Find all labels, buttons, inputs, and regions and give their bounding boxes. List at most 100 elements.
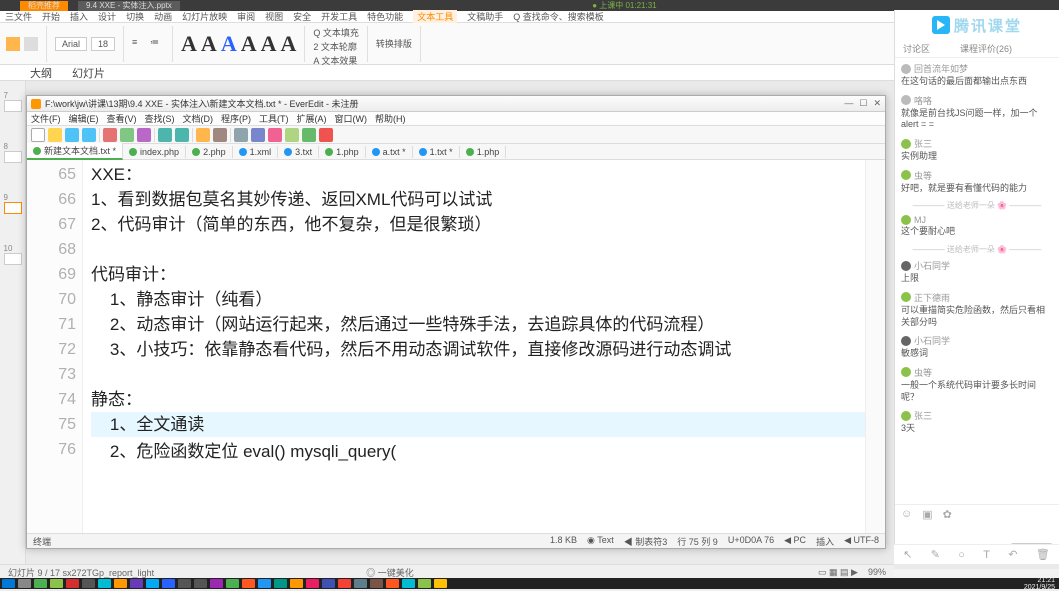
text-style-a[interactable]: A — [261, 31, 277, 57]
taskbar-app-icon[interactable] — [370, 579, 383, 588]
tool-icon[interactable] — [268, 128, 282, 142]
taskbar-app-icon[interactable] — [338, 579, 351, 588]
emoji-icon[interactable]: ☺ — [901, 508, 912, 521]
file-tab[interactable]: 3.txt — [278, 146, 319, 158]
menu-item[interactable]: 特色功能 — [367, 10, 403, 23]
undo-icon[interactable]: ↶ — [1008, 548, 1017, 561]
file-type[interactable]: ◉ Text — [587, 535, 614, 548]
view-buttons[interactable]: ▭ ▦ ▤ ▶ — [818, 567, 858, 578]
taskbar-app-icon[interactable] — [322, 579, 335, 588]
menu-edit[interactable]: 编辑(E) — [69, 112, 99, 125]
pointer-icon[interactable]: ↖ — [903, 548, 912, 561]
redo-icon[interactable] — [175, 128, 189, 142]
text-outline[interactable]: 2 文本轮廓 — [313, 40, 357, 53]
text-style-a[interactable]: A — [280, 31, 296, 57]
menu-view[interactable]: 查看(V) — [107, 112, 137, 125]
file-tab[interactable]: 2.php — [186, 146, 233, 158]
terminal-label[interactable]: 终端 — [33, 535, 51, 548]
paste-icon[interactable] — [137, 128, 151, 142]
menu-search[interactable]: Q 查找命令、搜索模板 — [513, 10, 604, 23]
menu-item[interactable]: 视图 — [265, 10, 283, 23]
slides-tab[interactable]: 幻灯片 — [72, 65, 105, 81]
file-tab[interactable]: 1.php — [460, 146, 507, 158]
convert-layout[interactable]: 转换排版 — [376, 37, 412, 50]
taskbar-app-icon[interactable] — [50, 579, 63, 588]
menu-item[interactable]: 文稿助手 — [467, 10, 503, 23]
menu-text-tools[interactable]: 文本工具 — [413, 10, 457, 23]
open-icon[interactable] — [48, 128, 62, 142]
tab-size[interactable]: ◀ 制表符3 — [624, 535, 668, 548]
system-clock[interactable]: 21:212021/9/25 — [1024, 577, 1057, 591]
taskbar-app-icon[interactable] — [386, 579, 399, 588]
menu-item[interactable]: 审阅 — [237, 10, 255, 23]
taskbar-app-icon[interactable] — [66, 579, 79, 588]
wps-doc-tab[interactable]: 9.4 XXE - 实体注入.pptx — [78, 1, 180, 11]
pen-icon[interactable]: ✎ — [931, 548, 940, 561]
menu-item[interactable]: 开始 — [42, 10, 60, 23]
wps-doc-tab[interactable]: 稻壳推荐 — [20, 1, 68, 11]
taskbar-app-icon[interactable] — [210, 579, 223, 588]
text-effect[interactable]: A 文本效果 — [313, 54, 357, 67]
file-tab[interactable]: 1.php — [319, 146, 366, 158]
align-icon[interactable]: ≡ — [132, 37, 146, 51]
taskbar-app-icon[interactable] — [98, 579, 111, 588]
chat-messages[interactable]: 回首流年如梦在这句话的最后面都输出点东西咯咯就像是前台找JS问题一样，加一个al… — [895, 58, 1059, 504]
taskbar-app-icon[interactable] — [290, 579, 303, 588]
tool-icon[interactable] — [319, 128, 333, 142]
menu-item[interactable]: 开发工具 — [321, 10, 357, 23]
discussion-tab[interactable]: 讨论区 — [903, 42, 930, 55]
menu-program[interactable]: 程序(P) — [221, 112, 251, 125]
taskbar-app-icon[interactable] — [34, 579, 47, 588]
copy-icon[interactable] — [24, 37, 38, 51]
line-ending[interactable]: ◀ PC — [784, 535, 806, 548]
font-name-select[interactable]: Arial — [55, 37, 87, 51]
taskbar-app-icon[interactable] — [354, 579, 367, 588]
menu-item[interactable]: 插入 — [70, 10, 88, 23]
outline-tab[interactable]: 大纲 — [30, 65, 52, 81]
taskbar-app-icon[interactable] — [18, 579, 31, 588]
slide-thumb[interactable] — [4, 253, 22, 265]
taskbar-app-icon[interactable] — [226, 579, 239, 588]
file-tab[interactable]: index.php — [123, 146, 186, 158]
copy-icon[interactable] — [120, 128, 134, 142]
taskbar-app-icon[interactable] — [82, 579, 95, 588]
menu-search[interactable]: 查找(S) — [145, 112, 175, 125]
taskbar-app-icon[interactable] — [258, 579, 271, 588]
save-all-icon[interactable] — [82, 128, 96, 142]
circle-icon[interactable]: ○ — [958, 549, 965, 561]
everedit-titlebar[interactable]: F:\work\jw\讲课\13期\9.4 XXE - 实体注入\新建文本文档.… — [27, 96, 885, 112]
menu-item[interactable]: 动画 — [154, 10, 172, 23]
taskbar-app-icon[interactable] — [402, 579, 415, 588]
menu-file[interactable]: 文件(F) — [31, 112, 61, 125]
trash-icon[interactable]: 🗑 — [1036, 548, 1050, 561]
taskbar-app-icon[interactable] — [2, 579, 15, 588]
menu-window[interactable]: 窗口(W) — [335, 112, 368, 125]
minimize-icon[interactable]: — — [844, 98, 853, 109]
beautify-button[interactable]: ◎ 一键美化 — [366, 566, 414, 579]
run-icon[interactable] — [302, 128, 316, 142]
taskbar-app-icon[interactable] — [162, 579, 175, 588]
code-editor[interactable]: XXE：1、看到数据包莫名其妙传递、返回XML代码可以试试2、代码审计（简单的东… — [83, 160, 865, 533]
tool-icon[interactable] — [285, 128, 299, 142]
taskbar-app-icon[interactable] — [194, 579, 207, 588]
ratings-tab[interactable]: 课程评价(26) — [960, 42, 1012, 55]
new-icon[interactable] — [31, 128, 45, 142]
minimap[interactable] — [865, 160, 885, 533]
list-icon[interactable]: ≔ — [150, 37, 164, 51]
taskbar-app-icon[interactable] — [242, 579, 255, 588]
taskbar-app-icon[interactable] — [306, 579, 319, 588]
text-fill[interactable]: Q 文本填充 — [313, 26, 359, 39]
menu-ext[interactable]: 扩展(A) — [297, 112, 327, 125]
paste-icon[interactable] — [6, 37, 20, 51]
image-icon[interactable]: ▣ — [922, 508, 932, 521]
undo-icon[interactable] — [158, 128, 172, 142]
menu-tools[interactable]: 工具(T) — [259, 112, 289, 125]
maximize-icon[interactable]: ☐ — [859, 98, 867, 109]
menu-item[interactable]: 幻灯片放映 — [182, 10, 227, 23]
slide-thumb[interactable] — [4, 100, 22, 112]
close-icon[interactable]: ✕ — [873, 98, 881, 109]
cut-icon[interactable] — [103, 128, 117, 142]
insert-mode[interactable]: 插入 — [816, 535, 834, 548]
file-tab[interactable]: 1.txt * — [413, 146, 460, 158]
encoding[interactable]: ◀ UTF-8 — [844, 535, 879, 548]
